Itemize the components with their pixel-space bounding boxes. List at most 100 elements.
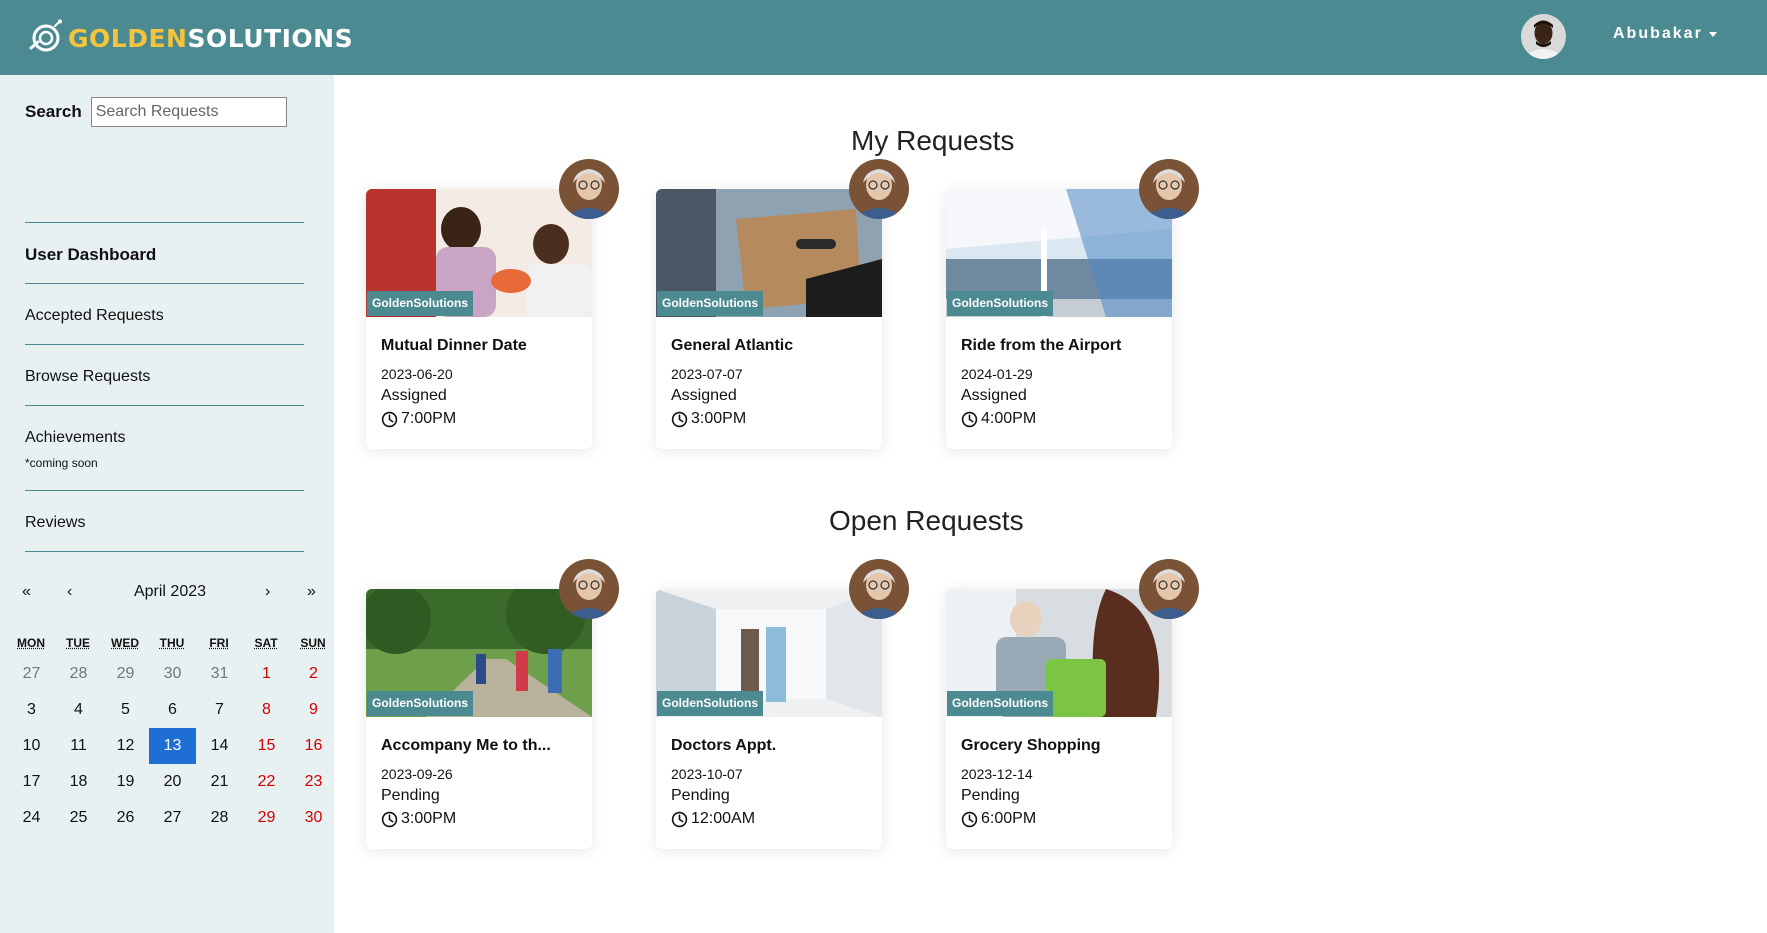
calendar-day[interactable]: 7 xyxy=(196,692,243,728)
request-title: Ride from the Airport xyxy=(961,337,1122,354)
request-time-value: 3:00PM xyxy=(691,410,747,427)
calendar-weekday: FRI xyxy=(209,636,229,650)
request-time: 4:00PM xyxy=(961,410,1036,428)
request-tag-badge: GoldenSolutions xyxy=(657,691,763,716)
user-avatar-image xyxy=(1521,14,1566,59)
request-card[interactable]: GoldenSolutions Doctors Appt. 2023-10-07 Pe… xyxy=(656,559,909,849)
request-card[interactable]: GoldenSolutions Mutual Dinner Date 2023-06… xyxy=(366,159,619,449)
brand-name-solutions: SOLUTIONS xyxy=(187,23,354,53)
request-card[interactable]: GoldenSolutions General Atlantic 2023-07-0… xyxy=(656,159,909,449)
calendar-day[interactable]: 27 xyxy=(149,800,196,836)
clock-icon xyxy=(961,811,981,828)
search-row: Search xyxy=(25,97,287,127)
clock-icon xyxy=(381,811,401,828)
calendar-month-label[interactable]: April 2023 xyxy=(110,583,230,601)
request-status: Assigned xyxy=(961,387,1027,404)
top-navbar: GOLDENSOLUTIONS Abubakar xyxy=(0,0,1767,75)
calendar-first-button[interactable]: « xyxy=(22,583,31,601)
request-status: Assigned xyxy=(671,387,737,404)
calendar-day[interactable]: 19 xyxy=(102,764,149,800)
request-status: Pending xyxy=(381,787,440,804)
calendar-weekday: SAT xyxy=(254,636,278,650)
request-tag-badge: GoldenSolutions xyxy=(367,691,473,716)
request-tag-badge: GoldenSolutions xyxy=(367,291,473,316)
calendar-day[interactable]: 20 xyxy=(149,764,196,800)
calendar-day[interactable]: 1 xyxy=(243,656,290,692)
calendar-day[interactable]: 12 xyxy=(102,728,149,764)
calendar-day[interactable]: 29 xyxy=(102,656,149,692)
sidebar-divider xyxy=(25,551,304,552)
search-label: Search xyxy=(25,102,82,121)
calendar-weekday: WED xyxy=(111,636,139,650)
calendar-day[interactable]: 13 xyxy=(149,728,196,764)
request-card[interactable]: GoldenSolutions Ride from the Airport 2024… xyxy=(946,159,1199,449)
requester-avatar[interactable] xyxy=(559,559,619,619)
calendar-day[interactable]: 26 xyxy=(102,800,149,836)
user-dropdown-toggle[interactable]: Abubakar xyxy=(1613,25,1717,43)
request-title: Accompany Me to th... xyxy=(381,737,551,754)
brand-name: GOLDENSOLUTIONS xyxy=(68,24,353,53)
calendar-day[interactable]: 10 xyxy=(8,728,55,764)
calendar-weekday: TUE xyxy=(66,636,90,650)
request-time: 12:00AM xyxy=(671,810,755,828)
request-date: 2023-07-07 xyxy=(671,366,743,382)
sidebar-item-accepted-requests[interactable]: Accepted Requests xyxy=(25,307,164,325)
sidebar-item-achievements[interactable]: Achievements xyxy=(25,429,126,447)
calendar-day[interactable]: 28 xyxy=(196,800,243,836)
my-requests-title: My Requests xyxy=(851,125,1015,156)
requester-avatar[interactable] xyxy=(1139,159,1199,219)
calendar-prev-button[interactable]: ‹ xyxy=(67,583,72,601)
requester-avatar[interactable] xyxy=(849,559,909,619)
request-time-value: 4:00PM xyxy=(981,410,1037,427)
calendar-day[interactable]: 30 xyxy=(149,656,196,692)
calendar-day[interactable]: 23 xyxy=(290,764,337,800)
request-time-value: 12:00AM xyxy=(691,810,756,827)
calendar-last-button[interactable]: » xyxy=(307,583,316,601)
requester-avatar[interactable] xyxy=(1139,559,1199,619)
calendar-day[interactable]: 3 xyxy=(8,692,55,728)
request-status: Pending xyxy=(671,787,730,804)
sidebar-item-reviews[interactable]: Reviews xyxy=(25,514,85,532)
coming-soon-note: *coming soon xyxy=(25,456,98,470)
calendar-day[interactable]: 21 xyxy=(196,764,243,800)
calendar-day[interactable]: 5 xyxy=(102,692,149,728)
request-card[interactable]: GoldenSolutions Accompany Me to th... 2023… xyxy=(366,559,619,849)
search-requests-input[interactable] xyxy=(90,97,287,127)
brand-logo[interactable]: GOLDENSOLUTIONS xyxy=(25,18,353,58)
calendar-day[interactable]: 8 xyxy=(243,692,290,728)
request-tag-badge: GoldenSolutions xyxy=(947,691,1053,716)
calendar-day[interactable]: 28 xyxy=(55,656,102,692)
request-card[interactable]: GoldenSolutions Grocery Shopping 2023-12-1… xyxy=(946,559,1199,849)
calendar-day[interactable]: 4 xyxy=(55,692,102,728)
open-requests-title: Open Requests xyxy=(829,505,1024,536)
sidebar-divider xyxy=(25,490,304,491)
calendar-day[interactable]: 17 xyxy=(8,764,55,800)
calendar-day[interactable]: 14 xyxy=(196,728,243,764)
calendar-day[interactable]: 30 xyxy=(290,800,337,836)
calendar-day[interactable]: 6 xyxy=(149,692,196,728)
calendar-day[interactable]: 27 xyxy=(8,656,55,692)
calendar-day[interactable]: 15 xyxy=(243,728,290,764)
calendar-day[interactable]: 11 xyxy=(55,728,102,764)
request-title: Doctors Appt. xyxy=(671,737,777,754)
request-time-value: 3:00PM xyxy=(401,810,457,827)
calendar-day[interactable]: 2 xyxy=(290,656,337,692)
sidebar-item-browse-requests[interactable]: Browse Requests xyxy=(25,368,150,386)
request-time-value: 6:00PM xyxy=(981,810,1037,827)
calendar-day[interactable]: 25 xyxy=(55,800,102,836)
calendar-day[interactable]: 16 xyxy=(290,728,337,764)
calendar-day[interactable]: 31 xyxy=(196,656,243,692)
calendar-weekday: THU xyxy=(159,636,185,650)
calendar-day[interactable]: 22 xyxy=(243,764,290,800)
user-avatar[interactable] xyxy=(1521,14,1566,59)
calendar-day[interactable]: 18 xyxy=(55,764,102,800)
sidebar-divider xyxy=(25,222,304,223)
request-title: General Atlantic xyxy=(671,337,794,354)
calendar-day[interactable]: 9 xyxy=(290,692,337,728)
requester-avatar[interactable] xyxy=(849,159,909,219)
sidebar-item-user-dashboard[interactable]: User Dashboard xyxy=(25,245,156,265)
calendar-day[interactable]: 29 xyxy=(243,800,290,836)
calendar-day[interactable]: 24 xyxy=(8,800,55,836)
calendar-next-button[interactable]: › xyxy=(265,583,270,601)
requester-avatar[interactable] xyxy=(559,159,619,219)
